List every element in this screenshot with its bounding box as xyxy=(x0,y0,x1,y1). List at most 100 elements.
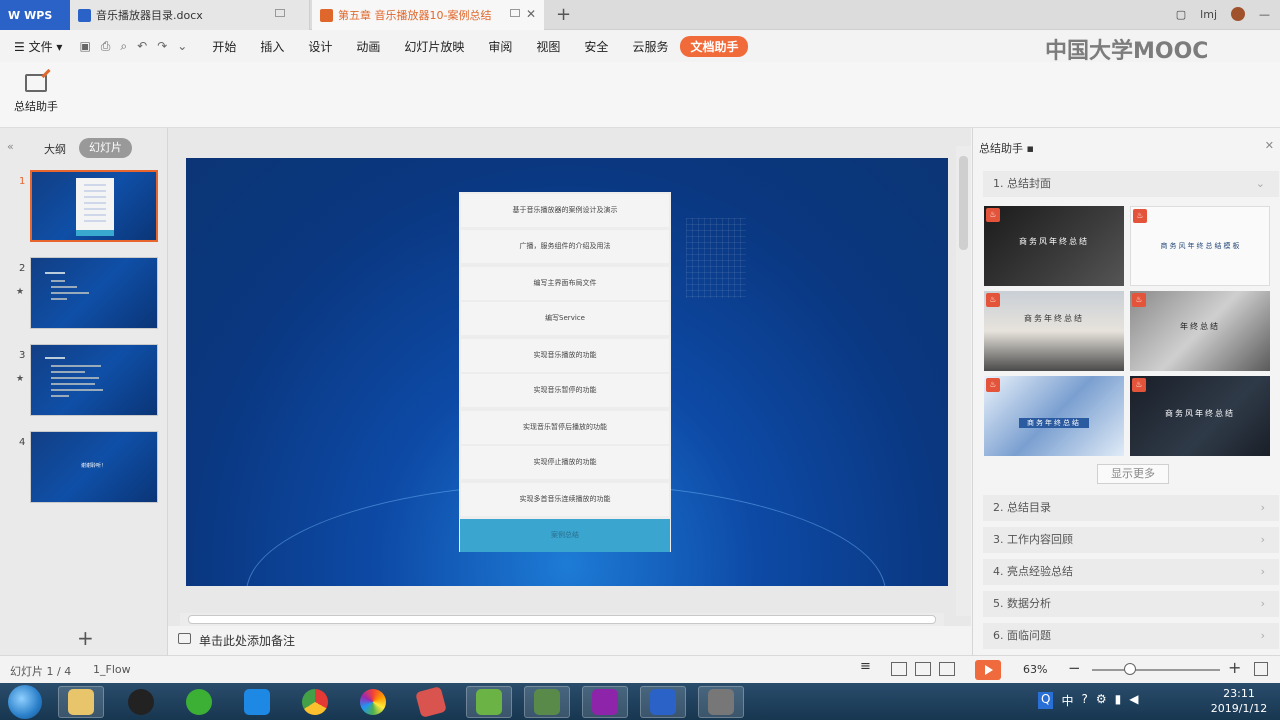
system-clock[interactable]: 23:11 2019/1/12 xyxy=(1200,686,1278,716)
horizontal-scrollbar[interactable] xyxy=(180,613,944,626)
contents-row[interactable]: 编写Service xyxy=(461,302,669,335)
wps-taskbar-icon[interactable] xyxy=(640,686,686,718)
user-name[interactable]: lmj xyxy=(1200,8,1217,21)
tab-doc[interactable]: 音乐播放器目录.docx xyxy=(70,0,310,30)
add-slide-button[interactable]: + xyxy=(77,626,94,650)
tab-preview-icon[interactable] xyxy=(510,9,520,17)
input-method-icon[interactable]: Q xyxy=(1038,692,1054,709)
template-card[interactable]: ♨ 商务年终总结 xyxy=(984,291,1124,371)
preview-icon[interactable]: ⌕ xyxy=(115,39,132,54)
template-card[interactable]: ♨ 商务风年终总结模板 xyxy=(1130,206,1270,286)
close-icon[interactable]: ✕ xyxy=(1265,139,1274,152)
contents-row[interactable]: 广播，服务组件的介绍及用法 xyxy=(461,230,669,263)
menu-slideshow[interactable]: 幻灯片放映 xyxy=(392,38,476,55)
app-star-icon[interactable] xyxy=(234,686,280,718)
contents-row[interactable]: 实现音乐播放的功能 xyxy=(461,339,669,372)
contents-row[interactable]: 基于音乐播放器的案例设计及演示 xyxy=(461,194,669,227)
notes-toggle-icon[interactable]: ≡ xyxy=(860,659,876,674)
contents-row[interactable]: 实现音乐暂停后播放的功能 xyxy=(461,411,669,444)
template-card[interactable]: ♨ 商务年终总结 xyxy=(984,376,1124,456)
vertical-scrollbar[interactable] xyxy=(956,146,971,616)
more-icon[interactable]: ⌄ xyxy=(172,39,192,53)
zoom-level[interactable]: 63% xyxy=(1023,663,1047,676)
tab-slides[interactable]: 幻灯片 xyxy=(79,138,132,158)
slide-thumbnail-2[interactable] xyxy=(30,257,158,329)
zoom-slider-handle[interactable] xyxy=(1124,663,1136,675)
contents-row[interactable]: 实现停止播放的功能 xyxy=(461,446,669,479)
explorer-icon[interactable] xyxy=(58,686,104,718)
zoom-in-button[interactable]: + xyxy=(1228,658,1241,677)
section-highlights[interactable]: 4. 亮点经验总结 › xyxy=(983,559,1279,585)
slide-thumbnail-4[interactable]: 谢谢聆听！ xyxy=(30,431,158,503)
section-data-analysis[interactable]: 5. 数据分析 › xyxy=(983,591,1279,617)
scroll-thumb[interactable] xyxy=(188,615,936,624)
new-tab-button[interactable]: + xyxy=(556,4,571,25)
chrome-icon[interactable] xyxy=(292,686,338,718)
minimize-icon[interactable]: — xyxy=(1259,8,1270,21)
close-tab-icon[interactable]: ✕ xyxy=(526,7,536,21)
menu-cloud[interactable]: 云服务 xyxy=(620,38,680,55)
menu-review[interactable]: 审阅 xyxy=(476,38,524,55)
section-problems[interactable]: 6. 面临问题 › xyxy=(983,623,1279,649)
ime-label[interactable]: 中 xyxy=(1061,692,1073,709)
notes-placeholder[interactable]: 单击此处添加备注 xyxy=(199,632,295,649)
slide-canvas[interactable]: 基于音乐播放器的案例设计及演示 广播，服务组件的介绍及用法 编写主界面布局文件 … xyxy=(186,158,948,586)
theme-name[interactable]: 1_Flow xyxy=(93,663,131,676)
menu-animation[interactable]: 动画 xyxy=(344,38,392,55)
section-toc[interactable]: 2. 总结目录 › xyxy=(983,495,1279,521)
scroll-thumb[interactable] xyxy=(959,156,968,250)
fit-window-icon[interactable] xyxy=(1254,662,1268,676)
volume-icon[interactable]: ◀ xyxy=(1129,692,1138,709)
summary-assistant-button[interactable]: 总结助手 xyxy=(12,74,60,114)
start-button[interactable] xyxy=(8,685,42,719)
restore-icon[interactable]: ▢ xyxy=(1176,8,1186,21)
show-more-button[interactable]: 显示更多 xyxy=(1097,464,1169,484)
recorder-icon[interactable] xyxy=(698,686,744,718)
menu-security[interactable]: 安全 xyxy=(572,38,620,55)
qq-icon[interactable] xyxy=(118,686,164,718)
template-card[interactable]: ♨ 商务风年终总结 xyxy=(1130,376,1270,456)
notes-area[interactable]: 单击此处添加备注 xyxy=(168,626,971,655)
menu-design[interactable]: 设计 xyxy=(296,38,344,55)
redo-icon[interactable]: ↷ xyxy=(152,39,172,53)
color-app-icon[interactable] xyxy=(350,686,396,718)
contents-row[interactable]: 实现音乐暂停的功能 xyxy=(461,374,669,407)
reading-view-icon[interactable] xyxy=(939,662,955,676)
tab-outline[interactable]: 大纲 xyxy=(44,141,66,157)
sorter-view-icon[interactable] xyxy=(915,662,931,676)
wps-home-tab[interactable]: W WPS xyxy=(0,0,70,30)
wechat-icon[interactable] xyxy=(176,686,222,718)
collapse-panel-icon[interactable]: « xyxy=(7,140,14,153)
contents-row[interactable]: 编写主界面布局文件 xyxy=(461,267,669,300)
avatar[interactable] xyxy=(1231,7,1245,21)
template-card[interactable]: ♨ 年终总结 xyxy=(1130,291,1270,371)
slide-thumbnail-1[interactable] xyxy=(30,170,158,242)
contents-row-highlight[interactable]: 案例总结 xyxy=(460,519,670,552)
section-work-review[interactable]: 3. 工作内容回顾 › xyxy=(983,527,1279,553)
normal-view-icon[interactable] xyxy=(891,662,907,676)
menu-doc-assistant[interactable]: 文档助手 xyxy=(680,35,749,57)
help-icon[interactable]: ? xyxy=(1081,692,1087,709)
network-icon[interactable]: ▮ xyxy=(1115,692,1122,709)
undo-icon[interactable]: ↶ xyxy=(132,39,152,53)
zoom-slider[interactable] xyxy=(1092,669,1220,671)
settings-icon[interactable]: ⚙ xyxy=(1096,692,1107,709)
play-slideshow-button[interactable] xyxy=(975,660,1001,680)
zoom-out-button[interactable]: − xyxy=(1068,659,1081,677)
contents-card[interactable]: 基于音乐播放器的案例设计及演示 广播，服务组件的介绍及用法 编写主界面布局文件 … xyxy=(459,192,671,552)
chat-icon[interactable]: ▪ xyxy=(1027,142,1034,155)
menu-view[interactable]: 视图 xyxy=(524,38,572,55)
file-menu[interactable]: ☰ 文件 ▾ xyxy=(0,38,74,55)
drawing-app-icon[interactable] xyxy=(408,686,454,718)
android-studio-icon[interactable] xyxy=(466,686,512,718)
contents-row[interactable]: 实现多首音乐连续播放的功能 xyxy=(461,483,669,516)
axure-rp-icon[interactable] xyxy=(582,686,628,718)
section-cover[interactable]: 1. 总结封面 ⌄ xyxy=(983,171,1279,197)
menu-home[interactable]: 开始 xyxy=(200,38,248,55)
menu-insert[interactable]: 插入 xyxy=(248,38,296,55)
save-icon[interactable]: ▣ xyxy=(74,39,95,53)
tab-preview-icon[interactable] xyxy=(275,9,285,17)
print-icon[interactable]: ⎙ xyxy=(96,39,116,54)
notes-app-icon[interactable] xyxy=(524,686,570,718)
tab-ppt[interactable]: 第五章 音乐播放器10-案例总结 ✕ xyxy=(312,0,544,30)
